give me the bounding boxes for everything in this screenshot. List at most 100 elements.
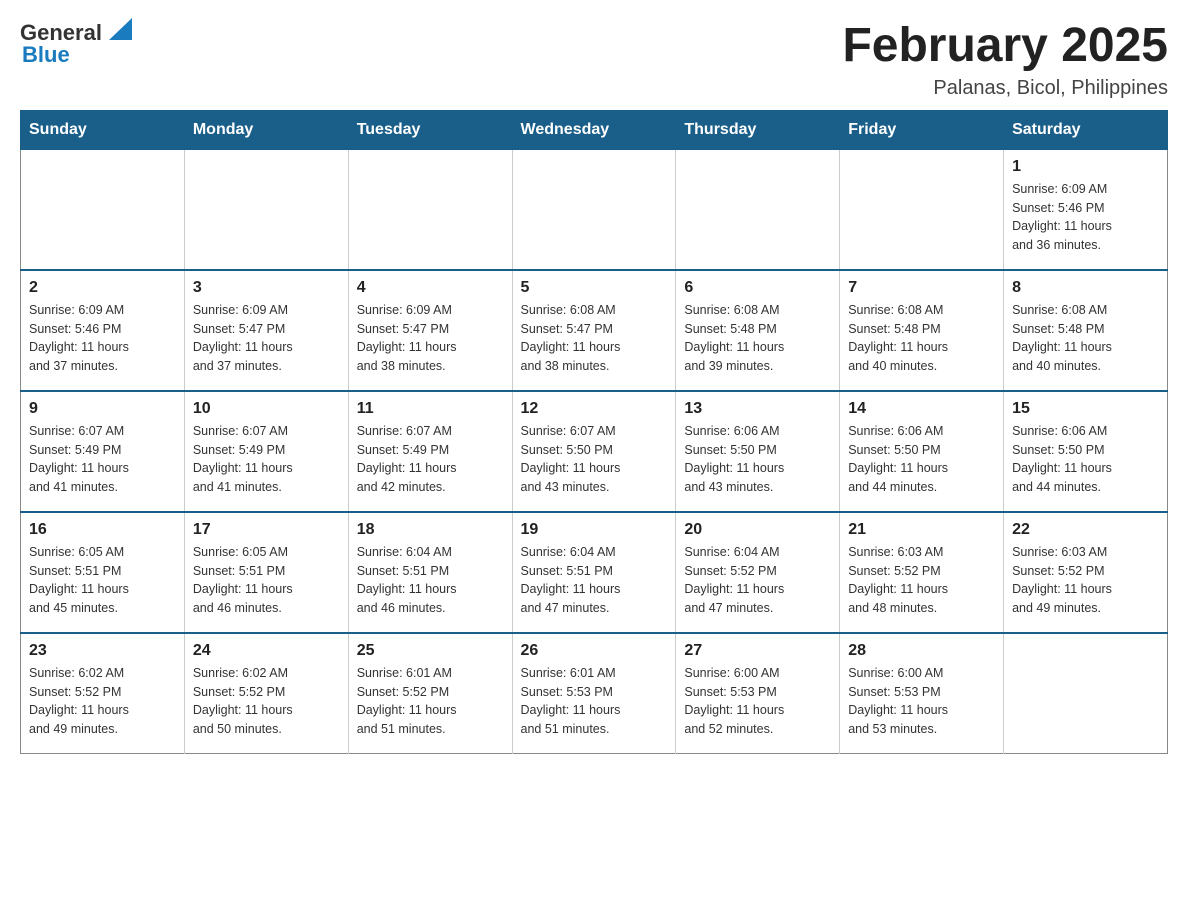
day-number: 8 bbox=[1012, 279, 1159, 297]
day-number: 17 bbox=[193, 521, 340, 539]
day-info: Sunrise: 6:06 AM Sunset: 5:50 PM Dayligh… bbox=[848, 422, 995, 497]
day-number: 16 bbox=[29, 521, 176, 539]
calendar-subtitle: Palanas, Bicol, Philippines bbox=[842, 77, 1168, 100]
day-info: Sunrise: 6:09 AM Sunset: 5:46 PM Dayligh… bbox=[29, 301, 176, 376]
day-number: 15 bbox=[1012, 400, 1159, 418]
calendar-cell: 13 Sunrise: 6:06 AM Sunset: 5:50 PM Dayli… bbox=[676, 391, 840, 512]
weekday-header-saturday: Saturday bbox=[1004, 110, 1168, 149]
day-number: 10 bbox=[193, 400, 340, 418]
day-info: Sunrise: 6:02 AM Sunset: 5:52 PM Dayligh… bbox=[29, 664, 176, 739]
calendar-cell bbox=[512, 149, 676, 270]
day-info: Sunrise: 6:09 AM Sunset: 5:46 PM Dayligh… bbox=[1012, 180, 1159, 255]
calendar-cell: 17 Sunrise: 6:05 AM Sunset: 5:51 PM Dayli… bbox=[184, 512, 348, 633]
calendar-cell: 7 Sunrise: 6:08 AM Sunset: 5:48 PM Daylig… bbox=[840, 270, 1004, 391]
calendar-week-1: 1 Sunrise: 6:09 AM Sunset: 5:46 PM Daylig… bbox=[21, 149, 1168, 270]
calendar-cell: 23 Sunrise: 6:02 AM Sunset: 5:52 PM Dayli… bbox=[21, 633, 185, 754]
calendar-header: SundayMondayTuesdayWednesdayThursdayFrid… bbox=[21, 110, 1168, 149]
day-number: 12 bbox=[521, 400, 668, 418]
day-info: Sunrise: 6:07 AM Sunset: 5:50 PM Dayligh… bbox=[521, 422, 668, 497]
day-info: Sunrise: 6:05 AM Sunset: 5:51 PM Dayligh… bbox=[29, 543, 176, 618]
day-info: Sunrise: 6:04 AM Sunset: 5:51 PM Dayligh… bbox=[357, 543, 504, 618]
calendar-cell bbox=[676, 149, 840, 270]
day-number: 21 bbox=[848, 521, 995, 539]
logo: General Blue bbox=[20, 20, 132, 68]
day-number: 9 bbox=[29, 400, 176, 418]
calendar-cell: 12 Sunrise: 6:07 AM Sunset: 5:50 PM Dayli… bbox=[512, 391, 676, 512]
day-number: 20 bbox=[684, 521, 831, 539]
calendar-cell bbox=[184, 149, 348, 270]
day-number: 26 bbox=[521, 642, 668, 660]
title-block: February 2025 Palanas, Bicol, Philippine… bbox=[842, 20, 1168, 100]
day-info: Sunrise: 6:01 AM Sunset: 5:53 PM Dayligh… bbox=[521, 664, 668, 739]
calendar-cell bbox=[840, 149, 1004, 270]
calendar-cell: 25Sunrise: 6:01 AM Sunset: 5:52 PM Dayli… bbox=[348, 633, 512, 754]
weekday-header-sunday: Sunday bbox=[21, 110, 185, 149]
day-info: Sunrise: 6:04 AM Sunset: 5:52 PM Dayligh… bbox=[684, 543, 831, 618]
weekday-header-friday: Friday bbox=[840, 110, 1004, 149]
day-info: Sunrise: 6:06 AM Sunset: 5:50 PM Dayligh… bbox=[684, 422, 831, 497]
day-info: Sunrise: 6:03 AM Sunset: 5:52 PM Dayligh… bbox=[848, 543, 995, 618]
calendar-cell bbox=[348, 149, 512, 270]
day-info: Sunrise: 6:08 AM Sunset: 5:48 PM Dayligh… bbox=[684, 301, 831, 376]
calendar-cell: 11 Sunrise: 6:07 AM Sunset: 5:49 PM Dayli… bbox=[348, 391, 512, 512]
calendar-cell: 10 Sunrise: 6:07 AM Sunset: 5:49 PM Dayli… bbox=[184, 391, 348, 512]
page-header: General Blue February 2025 Palanas, Bico… bbox=[20, 20, 1168, 100]
weekday-header-thursday: Thursday bbox=[676, 110, 840, 149]
calendar-cell: 3 Sunrise: 6:09 AM Sunset: 5:47 PM Daylig… bbox=[184, 270, 348, 391]
day-number: 23 bbox=[29, 642, 176, 660]
calendar-cell: 20 Sunrise: 6:04 AM Sunset: 5:52 PM Dayli… bbox=[676, 512, 840, 633]
calendar-cell: 4Sunrise: 6:09 AM Sunset: 5:47 PM Daylig… bbox=[348, 270, 512, 391]
calendar-cell: 24Sunrise: 6:02 AM Sunset: 5:52 PM Dayli… bbox=[184, 633, 348, 754]
day-number: 13 bbox=[684, 400, 831, 418]
day-number: 14 bbox=[848, 400, 995, 418]
day-info: Sunrise: 6:08 AM Sunset: 5:47 PM Dayligh… bbox=[521, 301, 668, 376]
calendar-cell: 1 Sunrise: 6:09 AM Sunset: 5:46 PM Daylig… bbox=[1004, 149, 1168, 270]
calendar-cell: 26 Sunrise: 6:01 AM Sunset: 5:53 PM Dayli… bbox=[512, 633, 676, 754]
calendar-body: 1 Sunrise: 6:09 AM Sunset: 5:46 PM Daylig… bbox=[21, 149, 1168, 753]
day-number: 6 bbox=[684, 279, 831, 297]
day-number: 22 bbox=[1012, 521, 1159, 539]
day-number: 1 bbox=[1012, 158, 1159, 176]
day-number: 2 bbox=[29, 279, 176, 297]
day-info: Sunrise: 6:06 AM Sunset: 5:50 PM Dayligh… bbox=[1012, 422, 1159, 497]
calendar-cell: 8 Sunrise: 6:08 AM Sunset: 5:48 PM Daylig… bbox=[1004, 270, 1168, 391]
day-info: Sunrise: 6:00 AM Sunset: 5:53 PM Dayligh… bbox=[684, 664, 831, 739]
day-info: Sunrise: 6:04 AM Sunset: 5:51 PM Dayligh… bbox=[521, 543, 668, 618]
day-number: 4 bbox=[357, 279, 504, 297]
day-number: 25 bbox=[357, 642, 504, 660]
day-number: 18 bbox=[357, 521, 504, 539]
day-number: 27 bbox=[684, 642, 831, 660]
day-number: 5 bbox=[521, 279, 668, 297]
day-info: Sunrise: 6:05 AM Sunset: 5:51 PM Dayligh… bbox=[193, 543, 340, 618]
day-number: 28 bbox=[848, 642, 995, 660]
calendar-cell bbox=[1004, 633, 1168, 754]
calendar-table: SundayMondayTuesdayWednesdayThursdayFrid… bbox=[20, 110, 1168, 754]
day-info: Sunrise: 6:03 AM Sunset: 5:52 PM Dayligh… bbox=[1012, 543, 1159, 618]
calendar-cell: 5 Sunrise: 6:08 AM Sunset: 5:47 PM Daylig… bbox=[512, 270, 676, 391]
day-info: Sunrise: 6:09 AM Sunset: 5:47 PM Dayligh… bbox=[193, 301, 340, 376]
day-info: Sunrise: 6:08 AM Sunset: 5:48 PM Dayligh… bbox=[848, 301, 995, 376]
calendar-cell: 2 Sunrise: 6:09 AM Sunset: 5:46 PM Daylig… bbox=[21, 270, 185, 391]
weekday-header-row: SundayMondayTuesdayWednesdayThursdayFrid… bbox=[21, 110, 1168, 149]
logo-blue-text: Blue bbox=[22, 42, 70, 68]
day-number: 3 bbox=[193, 279, 340, 297]
day-number: 7 bbox=[848, 279, 995, 297]
calendar-cell: 15 Sunrise: 6:06 AM Sunset: 5:50 PM Dayli… bbox=[1004, 391, 1168, 512]
day-info: Sunrise: 6:07 AM Sunset: 5:49 PM Dayligh… bbox=[357, 422, 504, 497]
day-info: Sunrise: 6:08 AM Sunset: 5:48 PM Dayligh… bbox=[1012, 301, 1159, 376]
day-number: 19 bbox=[521, 521, 668, 539]
calendar-title: February 2025 bbox=[842, 20, 1168, 73]
day-info: Sunrise: 6:00 AM Sunset: 5:53 PM Dayligh… bbox=[848, 664, 995, 739]
calendar-cell: 27 Sunrise: 6:00 AM Sunset: 5:53 PM Dayli… bbox=[676, 633, 840, 754]
calendar-cell: 22 Sunrise: 6:03 AM Sunset: 5:52 PM Dayli… bbox=[1004, 512, 1168, 633]
weekday-header-wednesday: Wednesday bbox=[512, 110, 676, 149]
calendar-week-3: 9 Sunrise: 6:07 AM Sunset: 5:49 PM Daylig… bbox=[21, 391, 1168, 512]
day-info: Sunrise: 6:07 AM Sunset: 5:49 PM Dayligh… bbox=[193, 422, 340, 497]
calendar-cell: 28 Sunrise: 6:00 AM Sunset: 5:53 PM Dayli… bbox=[840, 633, 1004, 754]
calendar-cell: 14 Sunrise: 6:06 AM Sunset: 5:50 PM Dayli… bbox=[840, 391, 1004, 512]
day-info: Sunrise: 6:02 AM Sunset: 5:52 PM Dayligh… bbox=[193, 664, 340, 739]
calendar-cell: 19 Sunrise: 6:04 AM Sunset: 5:51 PM Dayli… bbox=[512, 512, 676, 633]
logo-triangle-icon bbox=[104, 18, 132, 46]
day-info: Sunrise: 6:07 AM Sunset: 5:49 PM Dayligh… bbox=[29, 422, 176, 497]
day-number: 11 bbox=[357, 400, 504, 418]
